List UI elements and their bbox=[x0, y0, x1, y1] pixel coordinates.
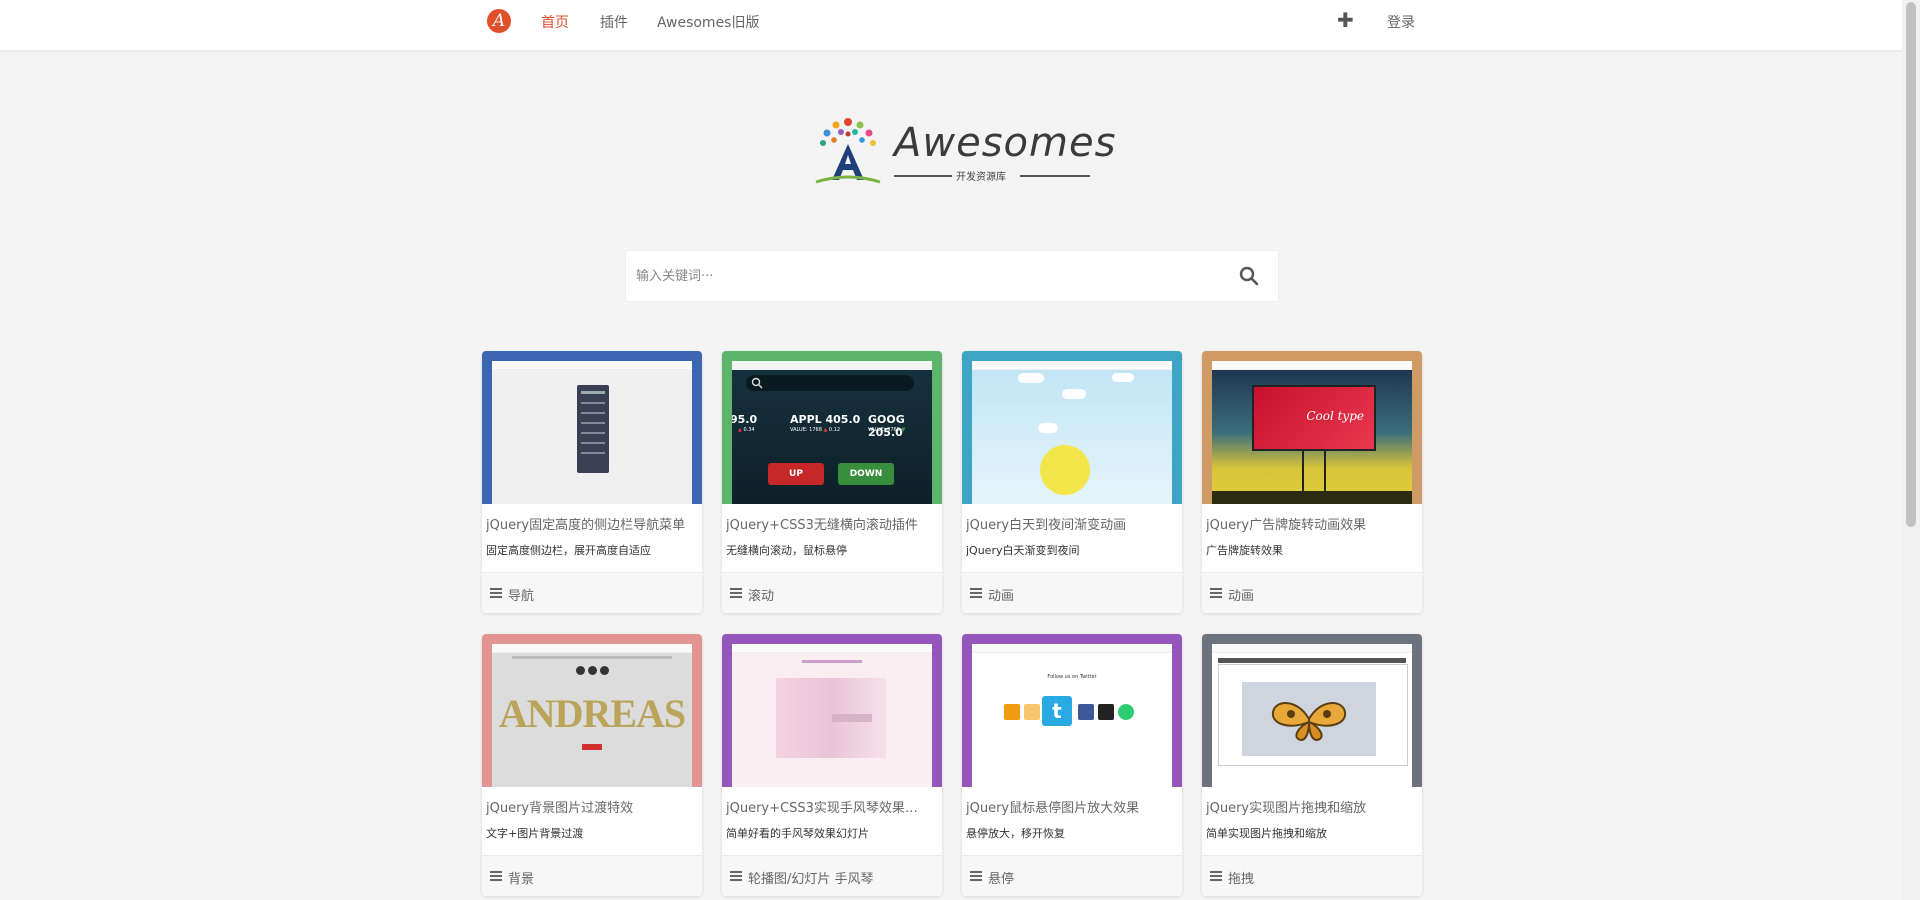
login-link[interactable]: 登录 bbox=[1387, 12, 1415, 32]
plugin-card[interactable]: jQuery实现图片拖拽和缩放 简单实现图片拖拽和缩放 拖拽 bbox=[1202, 634, 1422, 896]
ticker-change: 0.12 bbox=[828, 427, 841, 433]
navbar-inner: A 首页 插件 Awesomes旧版 ✚ 登录 bbox=[483, 0, 1418, 50]
card-footer: 滚动 bbox=[722, 572, 942, 613]
search-icon bbox=[751, 377, 763, 389]
card-description: 文字+图片背景过渡 bbox=[486, 827, 584, 840]
card-footer: 动画 bbox=[1202, 572, 1422, 613]
card-thumbnail[interactable] bbox=[482, 351, 702, 504]
card-footer: 轮播图/幻灯片 手风琴 bbox=[722, 855, 942, 896]
top-navbar: A 首页 插件 Awesomes旧版 ✚ 登录 bbox=[0, 0, 1902, 51]
card-thumbnail[interactable]: Follow us on Twitter t bbox=[962, 634, 1182, 787]
plugin-card[interactable]: 95.0 APPL 405.0 GOOG 205.0 ▲ 0.34 VALUE:… bbox=[722, 351, 942, 613]
card-title[interactable]: jQuery固定高度的侧边栏导航菜单 bbox=[486, 514, 698, 533]
nav-plugins[interactable]: 插件 bbox=[600, 12, 628, 32]
search-icon[interactable] bbox=[1238, 265, 1260, 287]
plugin-card[interactable]: Cool type jQuery广告牌旋转动画效果 广告牌旋转效果 动画 bbox=[1202, 351, 1422, 613]
plugin-card[interactable]: jQuery+CSS3实现手风琴效果… 简单好看的手风琴效果幻灯片 轮播图/幻灯… bbox=[722, 634, 942, 896]
card-footer: 悬停 bbox=[962, 855, 1182, 896]
card-thumbnail[interactable] bbox=[962, 351, 1182, 504]
card-title[interactable]: jQuery实现图片拖拽和缩放 bbox=[1206, 797, 1418, 816]
card-description: 广告牌旋转效果 bbox=[1206, 544, 1283, 557]
card-footer: 背景 bbox=[482, 855, 702, 896]
brand-name: Awesomes bbox=[894, 120, 1117, 166]
card-footer: 导航 bbox=[482, 572, 702, 613]
menu-icon bbox=[970, 588, 982, 599]
card-title[interactable]: jQuery+CSS3实现手风琴效果… bbox=[726, 797, 938, 816]
plugin-card[interactable]: Follow us on Twitter t jQuery鼠标悬停图片放大效果 … bbox=[962, 634, 1182, 896]
card-thumbnail[interactable]: ANDREAS bbox=[482, 634, 702, 787]
moth-image bbox=[1271, 702, 1347, 742]
menu-icon bbox=[730, 871, 742, 882]
card-tag[interactable]: 动画 bbox=[1228, 585, 1254, 604]
card-tag[interactable]: 悬停 bbox=[988, 868, 1014, 887]
card-footer: 动画 bbox=[962, 572, 1182, 613]
card-tag[interactable]: 导航 bbox=[508, 585, 534, 604]
card-description: 简单实现图片拖拽和缩放 bbox=[1206, 827, 1327, 840]
search-box bbox=[625, 250, 1279, 302]
card-tag[interactable]: 轮播图/幻灯片 手风琴 bbox=[748, 868, 874, 887]
card-thumbnail[interactable]: 95.0 APPL 405.0 GOOG 205.0 ▲ 0.34 VALUE:… bbox=[722, 351, 942, 504]
scrollbar-thumb[interactable] bbox=[1906, 2, 1916, 527]
menu-icon bbox=[1210, 871, 1222, 882]
plugin-card[interactable]: ANDREAS jQuery背景图片过渡特效 文字+图片背景过渡 背景 bbox=[482, 634, 702, 896]
billboard-text: Cool type bbox=[1306, 409, 1364, 423]
card-description: jQuery白天渐变到夜间 bbox=[966, 544, 1080, 557]
hero-word: ANDREAS bbox=[498, 691, 686, 736]
card-description: 固定高度侧边栏，展开高度自适应 bbox=[486, 544, 651, 557]
ticker-change: 0.34 bbox=[743, 427, 755, 433]
menu-icon bbox=[970, 871, 982, 882]
card-tag[interactable]: 滚动 bbox=[748, 585, 774, 604]
menu-icon bbox=[490, 588, 502, 599]
ticker-value: 95.0 bbox=[732, 413, 758, 426]
card-description: 无缝横向滚动，鼠标悬停 bbox=[726, 544, 847, 557]
plugin-card[interactable]: jQuery固定高度的侧边栏导航菜单 固定高度侧边栏，展开高度自适应 导航 bbox=[482, 351, 702, 613]
card-description: 悬停放大，移开恢复 bbox=[966, 827, 1065, 840]
ticker-sub: VALUE: 3768 bbox=[868, 427, 900, 433]
brand-logo: Awesomes 开发资源库 bbox=[810, 112, 1115, 192]
twitter-heading: Follow us on Twitter bbox=[1047, 674, 1097, 680]
card-title[interactable]: jQuery背景图片过渡特效 bbox=[486, 797, 698, 816]
card-thumbnail[interactable]: Cool type bbox=[1202, 351, 1422, 504]
search-input[interactable] bbox=[634, 263, 1198, 289]
card-tag[interactable]: 背景 bbox=[508, 868, 534, 887]
plugin-card[interactable]: jQuery白天到夜间渐变动画 jQuery白天渐变到夜间 动画 bbox=[962, 351, 1182, 613]
card-title[interactable]: jQuery+CSS3无缝横向滚动插件 bbox=[726, 514, 938, 533]
ticker-sub: VALUE: 1768 bbox=[790, 427, 822, 433]
card-thumbnail[interactable] bbox=[1202, 634, 1422, 787]
site-logo[interactable]: A bbox=[487, 9, 511, 33]
card-tag[interactable]: 拖拽 bbox=[1228, 868, 1254, 887]
brand-subtitle: 开发资源库 bbox=[894, 168, 1094, 183]
menu-icon bbox=[490, 871, 502, 882]
tree-logo-icon bbox=[815, 118, 881, 184]
ticker-value: APPL 405.0 bbox=[790, 413, 861, 426]
nav-awesomes-old[interactable]: Awesomes旧版 bbox=[657, 12, 759, 32]
page-scrollbar[interactable] bbox=[1902, 0, 1920, 900]
card-thumbnail[interactable] bbox=[722, 634, 942, 787]
menu-icon bbox=[730, 588, 742, 599]
card-title[interactable]: jQuery白天到夜间渐变动画 bbox=[966, 514, 1178, 533]
card-footer: 拖拽 bbox=[1202, 855, 1422, 896]
nav-home[interactable]: 首页 bbox=[541, 12, 569, 32]
card-title[interactable]: jQuery广告牌旋转动画效果 bbox=[1206, 514, 1418, 533]
down-button[interactable]: DOWN bbox=[838, 463, 894, 485]
ticker-value: GOOG 205.0 bbox=[868, 413, 905, 439]
card-tag[interactable]: 动画 bbox=[988, 585, 1014, 604]
card-title[interactable]: jQuery鼠标悬停图片放大效果 bbox=[966, 797, 1178, 816]
menu-icon bbox=[1210, 588, 1222, 599]
card-description: 简单好看的手风琴效果幻灯片 bbox=[726, 827, 869, 840]
up-button[interactable]: UP bbox=[768, 463, 824, 485]
add-icon[interactable]: ✚ bbox=[1337, 8, 1354, 32]
